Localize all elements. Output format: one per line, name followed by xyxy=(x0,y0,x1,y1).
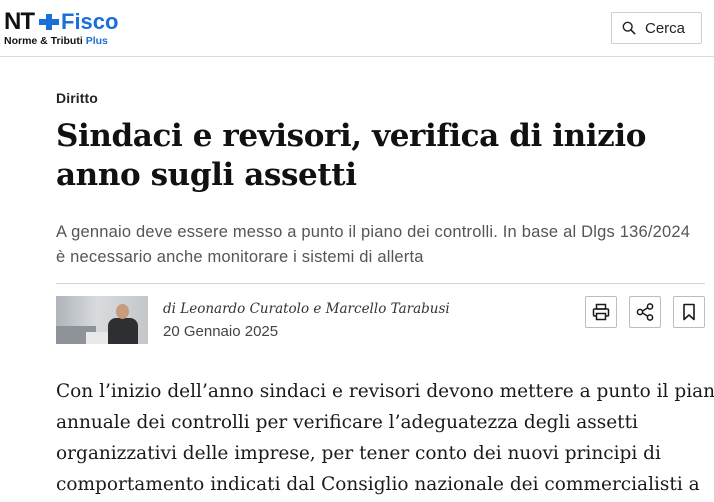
search-button[interactable]: Cerca xyxy=(611,12,702,44)
article-title: Sindaci e revisori, verifica di inizio a… xyxy=(56,118,646,193)
logo-subtitle-text: Norme & Tributi xyxy=(4,35,83,47)
body-line: organizzativi delle imprese, per tener c… xyxy=(56,443,661,464)
body-line: comportamento indicati dal Consiglio naz… xyxy=(56,474,700,495)
section-link[interactable]: Diritto xyxy=(56,90,98,106)
body-line: Con l’inizio dell’anno sindaci e revisor… xyxy=(56,381,714,402)
article-date: 20 Gennaio 2025 xyxy=(163,323,279,340)
photo-person-head xyxy=(116,304,129,319)
photo-person-body xyxy=(108,318,138,344)
article-summary: A gennaio deve essere messo a punto il p… xyxy=(56,223,691,266)
printer-icon xyxy=(592,303,610,321)
logo-subtitle: Norme & Tributi Plus xyxy=(4,35,108,47)
print-button[interactable] xyxy=(585,296,617,328)
bookmark-button[interactable] xyxy=(673,296,705,328)
author-photo xyxy=(56,296,148,344)
logo-plus-icon xyxy=(39,14,59,30)
share-icon xyxy=(636,303,654,321)
share-button[interactable] xyxy=(629,296,661,328)
search-label: Cerca xyxy=(645,19,686,37)
logo-subtitle-plus: Plus xyxy=(85,35,108,47)
logo-brand-name: Fisco xyxy=(61,9,119,34)
article-body: Con l’inizio dell’anno sindaci e revisor… xyxy=(56,376,714,500)
site-header: NT Fisco Norme & Tributi Plus Cerca xyxy=(0,0,714,57)
logo-brand-short: NT xyxy=(4,8,35,35)
body-line: annuale dei controlli per verificare l’a… xyxy=(56,412,638,433)
divider xyxy=(56,283,705,284)
article-byline[interactable]: di Leonardo Curatolo e Marcello Tarabusi xyxy=(163,301,450,317)
bookmark-icon xyxy=(683,303,695,321)
search-icon xyxy=(622,21,636,35)
site-logo[interactable]: NT Fisco Norme & Tributi Plus xyxy=(4,10,134,48)
